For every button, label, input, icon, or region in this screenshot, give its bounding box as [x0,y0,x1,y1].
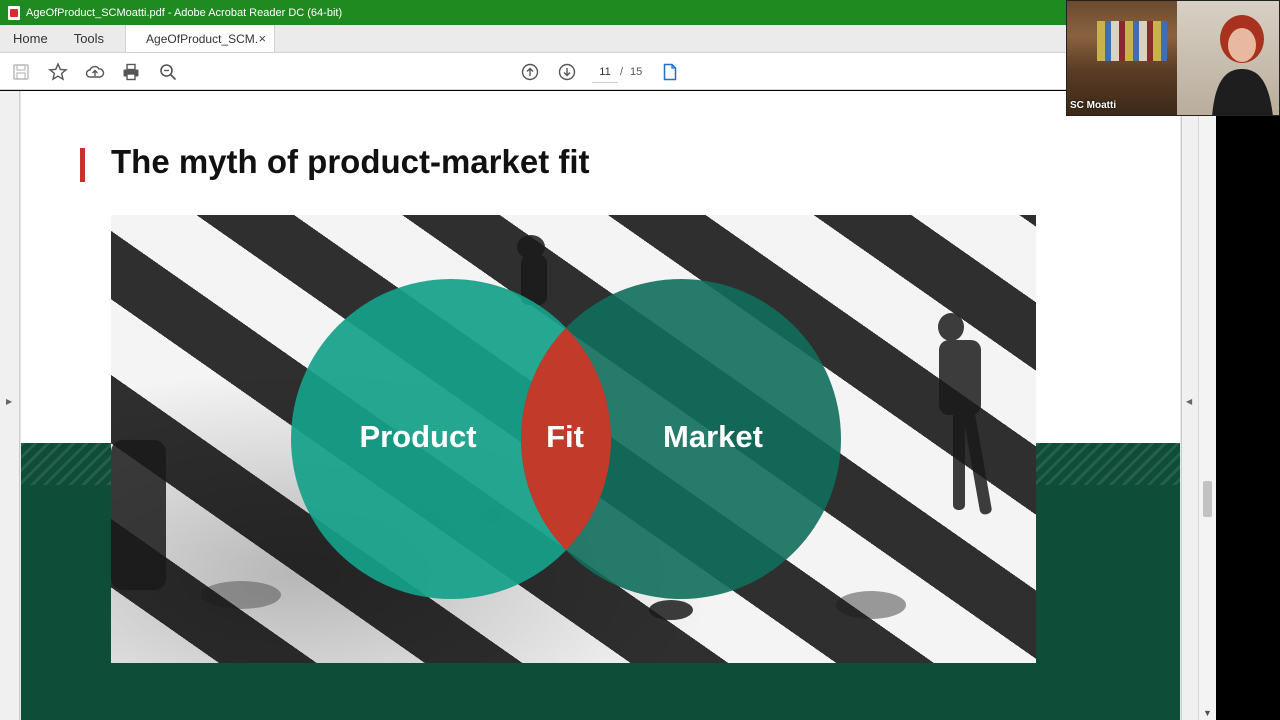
pdf-page: The myth of product-market fit Product F… [21,91,1180,720]
tools-menu[interactable]: Tools [61,25,117,52]
scroll-down-icon[interactable]: ▼ [1203,708,1212,718]
scrollbar-thumb[interactable] [1203,481,1212,517]
band-hatch-right [1036,443,1180,485]
product-label: Product [359,419,476,454]
document-tab[interactable]: AgeOfProduct_SCM... × [125,25,276,52]
page-up-icon[interactable] [519,61,541,83]
market-label: Market [663,419,763,454]
right-pane-toggle[interactable]: ◀ [1181,91,1198,720]
left-pane-toggle[interactable]: ▶ [0,91,20,720]
band-hatch-left [21,443,111,485]
expand-right-icon[interactable]: ◀ [1186,397,1192,406]
close-icon[interactable]: × [258,31,266,46]
books-background [1097,21,1167,61]
participant-video-icon [1212,15,1273,115]
expand-left-icon[interactable]: ▶ [6,397,12,406]
star-icon[interactable] [47,61,69,83]
window-title: AgeOfProduct_SCMoatti.pdf - Adobe Acroba… [26,6,343,19]
pdf-app-icon [8,5,20,20]
crosswalk-photo: Product Fit Market [111,215,1036,663]
title-accent-bar [80,148,85,182]
page-separator: / [620,66,624,78]
webcam-video: SC Moatti [1066,0,1280,116]
total-pages: 15 [630,66,643,78]
fit-label: Fit [546,419,584,454]
save-icon[interactable] [10,61,32,83]
page-view-icon[interactable] [659,61,681,83]
page-down-icon[interactable] [556,61,578,83]
zoom-search-icon[interactable] [157,61,179,83]
upload-icon[interactable] [84,61,106,83]
print-icon[interactable] [120,61,142,83]
document-viewer: ▶ The myth of product-market fit Product… [0,91,1216,720]
current-page-input[interactable]: 11 [592,61,618,83]
document-tab-label: AgeOfProduct_SCM... [146,31,259,46]
slide-title: The myth of product-market fit [111,143,590,180]
home-menu[interactable]: Home [0,25,61,52]
vertical-scrollbar[interactable]: ▼ [1198,91,1216,720]
participant-name: SC Moatti [1070,100,1117,111]
